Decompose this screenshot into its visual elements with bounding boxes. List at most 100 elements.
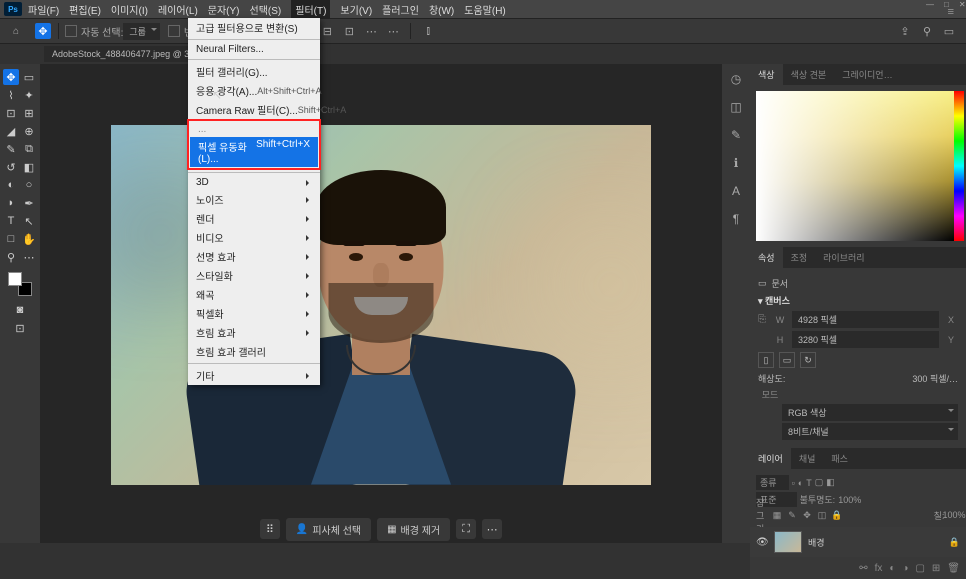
adjustment-icon[interactable]: ◑ [902,563,908,574]
orient-portrait-icon[interactable]: ▯ [758,352,774,368]
tab-swatches[interactable]: 색상 견본 [783,64,835,85]
3d-mode-icon[interactable]: ⫾ [420,23,436,39]
share-icon[interactable]: ⇪ [897,23,913,39]
submenu-other[interactable]: 기타 [188,366,320,385]
resolution-value[interactable]: 300 픽셀/… [912,372,958,385]
eyedropper-tool-icon[interactable]: ◢ [3,123,19,139]
hand-tool-icon[interactable]: ✋ [21,231,37,247]
paragraph-panel-icon[interactable]: ¶ [733,212,739,226]
lasso-tool-icon[interactable]: ⌇ [3,87,19,103]
menu-view[interactable]: 보기(V) [340,2,372,17]
hue-slider[interactable] [954,91,964,241]
fg-color-swatch[interactable] [8,272,22,286]
auto-select-checkbox[interactable] [65,25,77,37]
distribute-icon[interactable]: ⊡ [341,23,357,39]
transform-checkbox[interactable] [168,25,180,37]
info-panel-icon[interactable]: ℹ [734,156,739,170]
menu-image[interactable]: 이미지(I) [111,2,148,17]
path-tool-icon[interactable]: ↖ [21,213,37,229]
lock-nest-icon[interactable]: ◫ [816,509,828,521]
shape-tool-icon[interactable]: □ [3,231,19,247]
menu-select[interactable]: 선택(S) [250,2,282,17]
submenu-blur-gallery[interactable]: 흐림 효과 갤러리 [188,342,320,361]
submenu-render[interactable]: 렌더 [188,209,320,228]
filter-pixel-icon[interactable]: ▫ [792,478,795,488]
submenu-stylize[interactable]: 스타일화 [188,266,320,285]
more-icon[interactable]: ⋯ [482,519,502,539]
filter-adjust-icon[interactable]: ◐ [798,478,803,488]
distribute-icon[interactable]: ⋯ [363,23,379,39]
layer-name[interactable]: 배경 [808,536,825,549]
tab-layers[interactable]: 레이어 [750,448,791,469]
layer-thumbnail[interactable] [774,531,802,553]
drag-handle-icon[interactable]: ⠿ [260,519,280,539]
gradient-tool-icon[interactable]: ◐ [3,177,19,193]
link-layers-icon[interactable]: ⚯ [859,563,867,574]
transform-icon[interactable]: ⛶ [456,519,476,539]
bit-depth-dropdown[interactable]: 8비트/채널 [782,423,958,440]
select-subject-button[interactable]: 👤피사체 선택 [286,518,371,541]
new-layer-icon[interactable]: ⊞ [932,563,940,574]
lock-pixel-icon[interactable]: ✎ [786,509,798,521]
swatches-panel-icon[interactable]: ◫ [730,100,741,114]
stamp-tool-icon[interactable]: ⧉ [21,141,37,157]
menu-item-filter-gallery[interactable]: 필터 갤러리(G)... [188,62,320,81]
edit-toolbar-icon[interactable]: ⋯ [21,249,37,265]
menu-item-camera-raw[interactable]: Camera Raw 필터(C)...Shift+Ctrl+A [188,100,320,119]
tab-properties[interactable]: 속성 [750,247,783,268]
color-picker-panel[interactable] [750,85,966,247]
tab-gradients[interactable]: 그레이디언… [834,64,900,85]
distribute-icon[interactable]: ⊟ [319,23,335,39]
submenu-pixelate[interactable]: 픽셀화 [188,304,320,323]
menu-file[interactable]: 파일(F) [28,2,59,17]
layer-row[interactable]: 👁 배경 🔒 [750,527,966,557]
menu-item-wide-angle[interactable]: 응용 광각(A)...Alt+Shift+Ctrl+A [188,81,320,100]
menu-item-lens-correction[interactable]: ... [190,122,318,137]
history-panel-icon[interactable]: ◷ [731,72,741,86]
color-swatches[interactable] [8,272,32,296]
dodge-tool-icon[interactable]: ◗ [3,195,19,211]
tab-adjustments[interactable]: 조정 [783,247,816,268]
workspace-icon[interactable]: ▭ [941,23,957,39]
lock-icon[interactable]: 🔒 [949,537,960,548]
group-icon[interactable]: ▢ [915,563,924,574]
tab-paths[interactable]: 패스 [823,448,856,469]
history-tool-icon[interactable]: ↺ [3,159,19,175]
more-icon[interactable]: ⋯ [385,23,401,39]
crop-tool-icon[interactable]: ⊡ [3,105,19,121]
submenu-noise[interactable]: 노이즈 [188,190,320,209]
fx-icon[interactable]: fx [875,563,883,574]
remove-background-button[interactable]: ▦배경 제거 [377,518,450,541]
filter-type-icon[interactable]: T [806,478,812,488]
tab-color[interactable]: 색상 [750,64,783,85]
move-tool-icon[interactable]: ✥ [3,69,19,85]
menu-plugins[interactable]: 플러그인 [382,2,419,17]
menu-help[interactable]: 도움말(H) [464,2,505,17]
link-dims-icon[interactable]: ⎘ [758,314,768,325]
screenmode-icon[interactable]: ⊡ [12,320,28,336]
width-field[interactable]: 4928 픽셀 [792,311,939,328]
pen-tool-icon[interactable]: ✒ [21,195,37,211]
auto-select-dropdown[interactable]: 그룹 [123,23,160,40]
submenu-blur[interactable]: 흐림 효과 [188,323,320,342]
wand-tool-icon[interactable]: ✦ [21,87,37,103]
filter-smart-icon[interactable]: ◧ [826,477,835,488]
frame-tool-icon[interactable]: ⊞ [21,105,37,121]
menu-filter[interactable]: 필터(T) [291,0,330,19]
visibility-icon[interactable]: 👁 [756,537,768,547]
menu-item-liquify[interactable]: 픽셀 유동화(L)...Shift+Ctrl+X [190,137,318,167]
zoom-tool-icon[interactable]: ⚲ [3,249,19,265]
color-field[interactable] [756,91,954,241]
opacity-field[interactable]: 100% [838,495,861,505]
menu-window[interactable]: 창(W) [429,2,454,17]
eraser-tool-icon[interactable]: ◧ [21,159,37,175]
move-tool-icon[interactable]: ✥ [35,23,51,39]
mask-icon[interactable]: ◐ [889,563,895,574]
submenu-video[interactable]: 비디오 [188,228,320,247]
color-mode-dropdown[interactable]: RGB 색상 [782,404,958,421]
submenu-distort[interactable]: 왜곡 [188,285,320,304]
marquee-tool-icon[interactable]: ▭ [21,69,37,85]
fill-field[interactable]: 100% [948,509,960,521]
menu-item-convert-smart[interactable]: 고급 필터용으로 변환(S) [188,18,320,37]
height-field[interactable]: 3280 픽셀 [792,331,939,348]
